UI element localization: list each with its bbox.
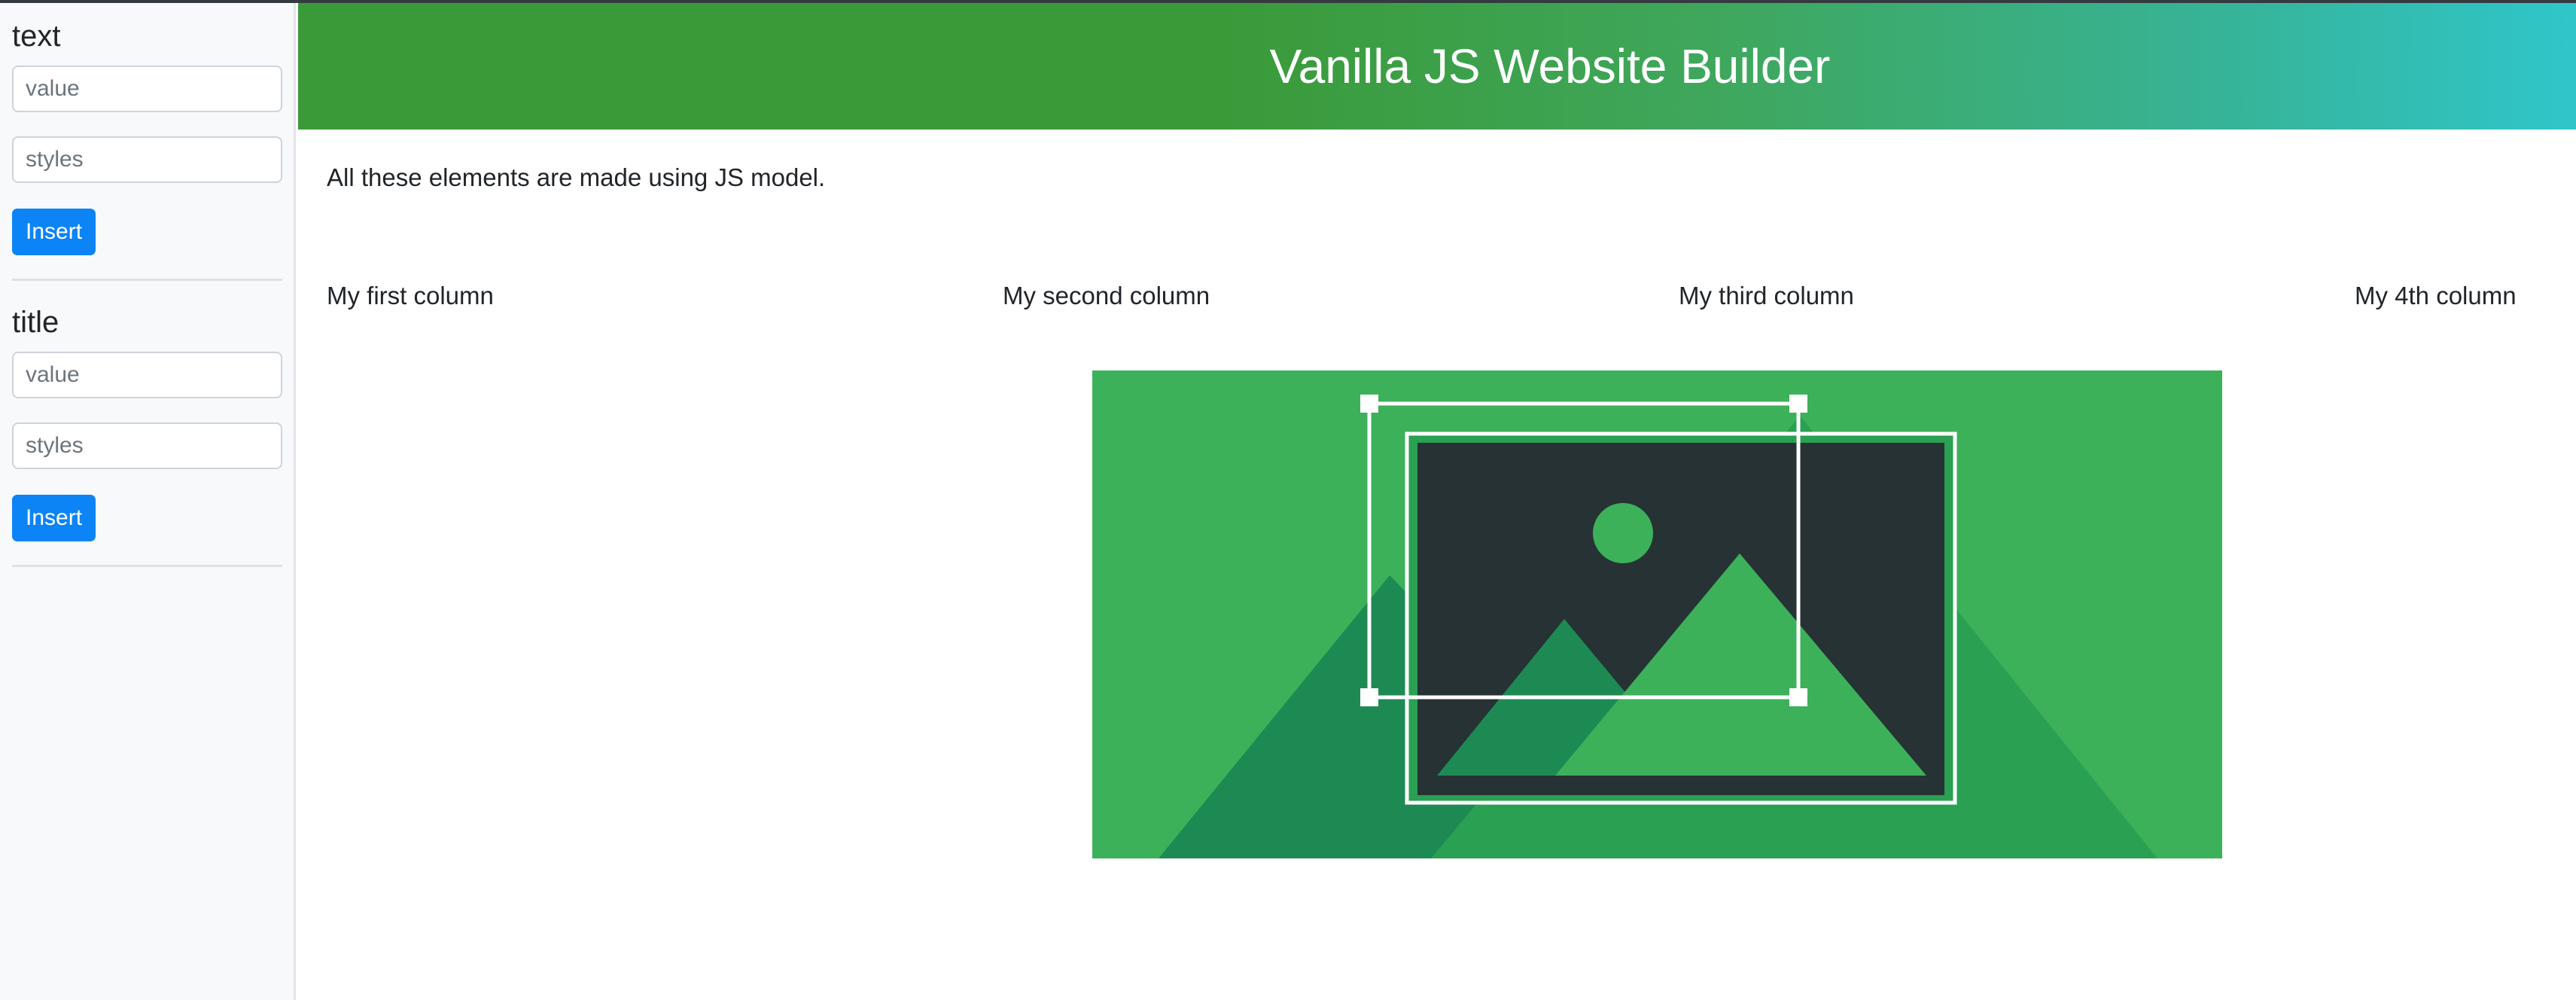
column-4-text: My 4th column	[2355, 282, 2517, 309]
column-1-text: My first column	[327, 282, 494, 309]
sidebar-divider	[12, 565, 282, 567]
text-value-input[interactable]	[12, 66, 282, 112]
image-placeholder-icon	[1092, 370, 2222, 858]
sidebar: text Insert title Insert	[0, 3, 296, 1000]
sidebar-divider	[12, 279, 282, 281]
title-styles-input[interactable]	[12, 422, 282, 469]
column-2-text: My second column	[1003, 282, 1210, 309]
text-insert-button[interactable]: Insert	[12, 209, 96, 255]
page-title: Vanilla JS Website Builder	[1269, 39, 1831, 93]
text-panel-title: text	[12, 20, 61, 53]
title-value-input[interactable]	[12, 352, 282, 398]
page-header: Vanilla JS Website Builder	[298, 3, 2576, 130]
title-panel-title: title	[12, 306, 59, 339]
text-styles-input[interactable]	[12, 136, 282, 183]
intro-text: All these elements are made using JS mod…	[327, 163, 826, 191]
column-3-text: My third column	[1679, 282, 1854, 309]
title-insert-button[interactable]: Insert	[12, 495, 96, 541]
